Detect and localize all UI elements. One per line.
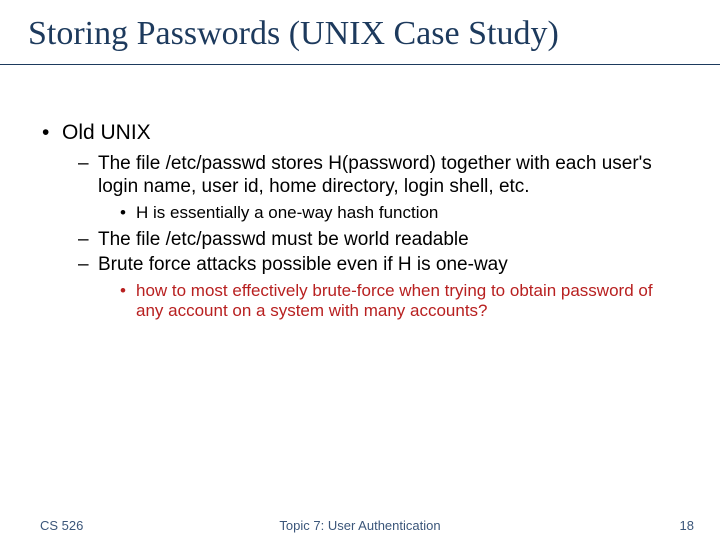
slide: Storing Passwords (UNIX Case Study) •Old… <box>0 0 720 540</box>
bullet-level3-highlight: •how to most effectively brute-force whe… <box>120 281 680 322</box>
lvl3-text: H is essentially a one-way hash function <box>136 203 438 222</box>
slide-body: •Old UNIX –The file /etc/passwd stores H… <box>42 120 680 328</box>
slide-title: Storing Passwords (UNIX Case Study) <box>28 14 700 53</box>
bullet-level2: –Brute force attacks possible even if H … <box>78 254 680 277</box>
lvl1-text: Old UNIX <box>62 121 151 144</box>
dash-icon: – <box>78 153 98 176</box>
bullet-level1: •Old UNIX <box>42 120 680 145</box>
footer-page-number: 18 <box>680 518 694 533</box>
dash-icon: – <box>78 229 98 252</box>
lvl2-text: The file /etc/passwd stores H(password) … <box>98 153 652 197</box>
lvl3-text: how to most effectively brute-force when… <box>136 281 653 320</box>
lvl2-text: Brute force attacks possible even if H i… <box>98 254 508 275</box>
title-text: Storing Passwords (UNIX Case Study) <box>28 15 559 52</box>
dash-icon: – <box>78 254 98 277</box>
bullet-level2: –The file /etc/passwd stores H(password)… <box>78 153 680 199</box>
bullet-level3: •H is essentially a one-way hash functio… <box>120 203 680 223</box>
bullet-level2: –The file /etc/passwd must be world read… <box>78 229 680 252</box>
title-underline <box>0 64 720 65</box>
bullet-dot-icon: • <box>120 203 136 223</box>
footer-topic: Topic 7: User Authentication <box>0 518 720 533</box>
bullet-dot-icon: • <box>42 120 62 145</box>
lvl2-text: The file /etc/passwd must be world reada… <box>98 229 469 250</box>
bullet-dot-icon: • <box>120 281 136 301</box>
